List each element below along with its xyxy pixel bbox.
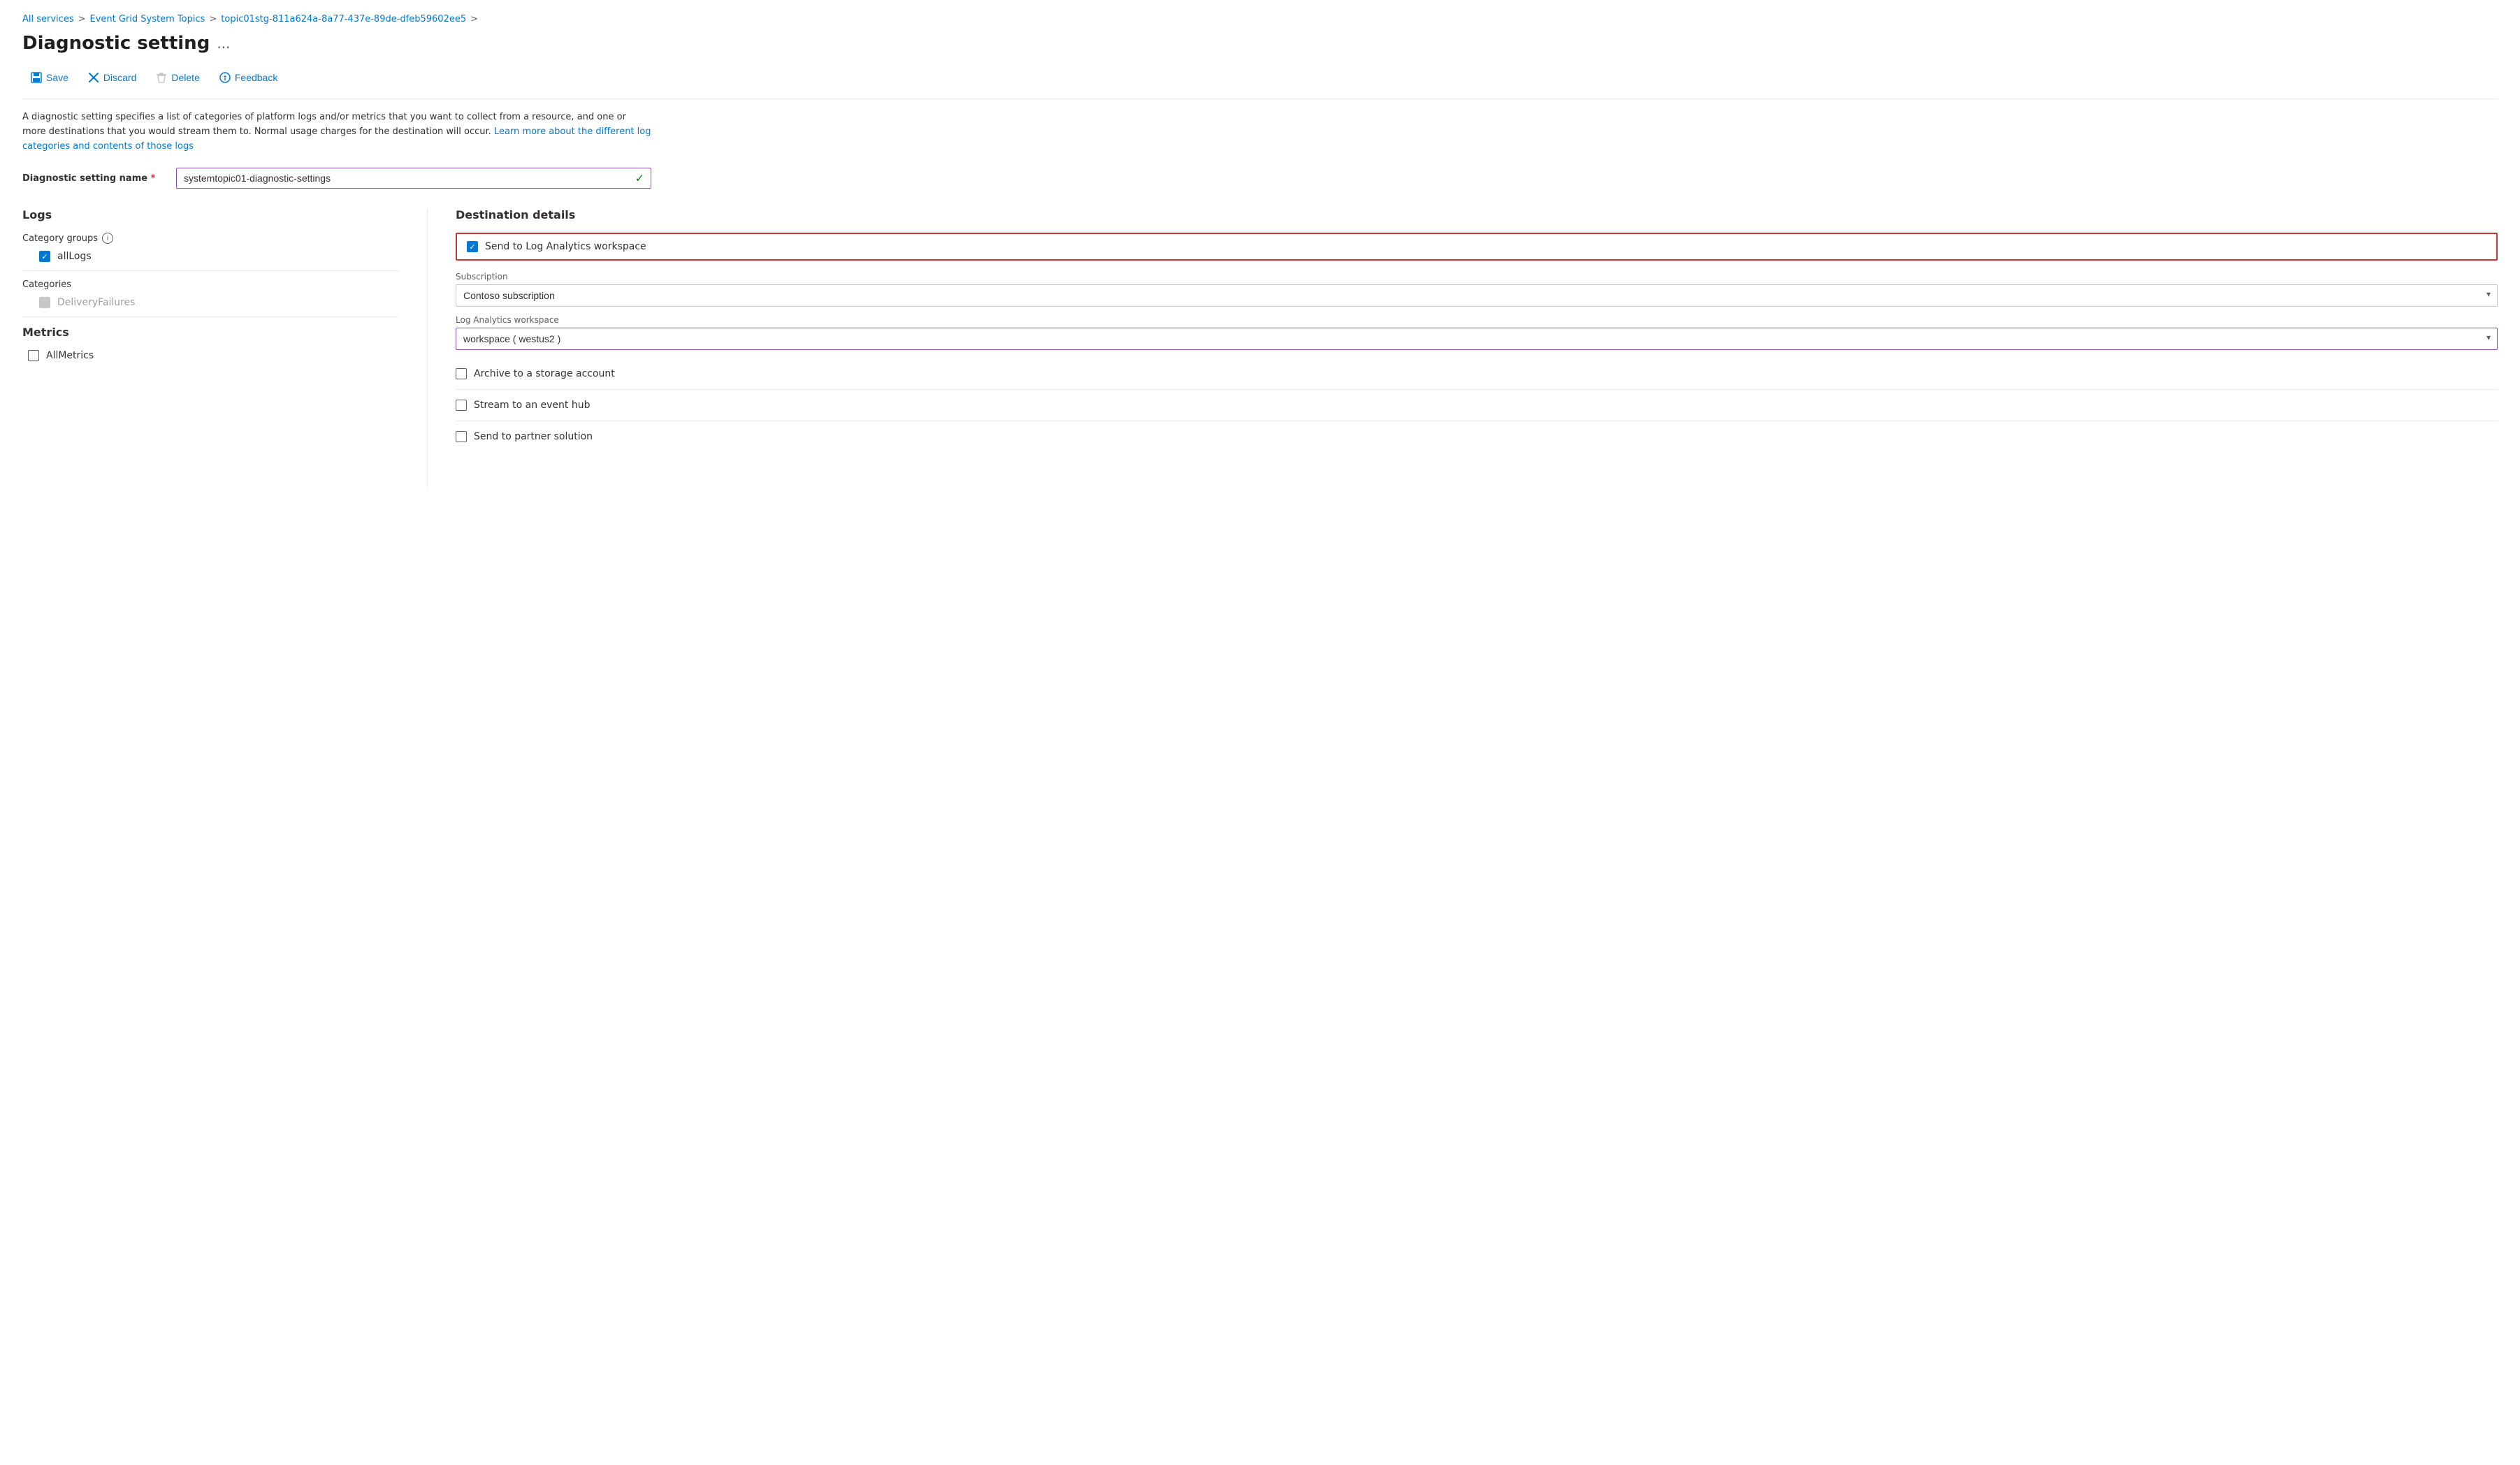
required-indicator: * (151, 173, 156, 184)
save-icon (31, 72, 42, 83)
archive-storage-label: Archive to a storage account (474, 368, 615, 379)
all-logs-label: allLogs (57, 251, 92, 262)
info-icon[interactable]: i (102, 233, 113, 244)
feedback-button[interactable]: Feedback (211, 68, 286, 87)
breadcrumb-sep-1: > (78, 14, 86, 24)
subscription-wrap: Subscription Contoso subscription ▾ (456, 272, 2498, 307)
delivery-failures-row: DeliveryFailures (22, 297, 399, 308)
setting-name-row: Diagnostic setting name * ✓ (22, 168, 651, 189)
all-metrics-label: AllMetrics (46, 350, 94, 361)
delivery-failures-label: DeliveryFailures (57, 297, 135, 308)
more-options-icon[interactable]: ... (217, 35, 230, 52)
send-to-log-analytics-row: Send to Log Analytics workspace (456, 233, 2498, 261)
stream-event-hub-checkbox[interactable] (456, 400, 467, 411)
categories-label: Categories (22, 279, 399, 290)
stream-event-hub-label: Stream to an event hub (474, 400, 590, 411)
delete-label: Delete (171, 72, 199, 83)
logs-section-title: Logs (22, 208, 399, 221)
feedback-icon (219, 72, 231, 83)
all-metrics-checkbox[interactable] (28, 350, 39, 361)
breadcrumb: All services > Event Grid System Topics … (22, 14, 2498, 24)
breadcrumb-topic[interactable]: topic01stg-811a624a-8a77-437e-89de-dfeb5… (221, 14, 466, 24)
breadcrumb-sep-2: > (209, 14, 217, 24)
archive-storage-row: Archive to a storage account (456, 358, 2498, 390)
logs-divider (22, 270, 399, 271)
all-metrics-row: AllMetrics (22, 350, 399, 361)
partner-solution-label: Send to partner solution (474, 431, 593, 442)
all-logs-row: allLogs (22, 251, 399, 262)
setting-name-label: Diagnostic setting name * (22, 173, 162, 184)
breadcrumb-all-services[interactable]: All services (22, 14, 74, 24)
save-label: Save (46, 72, 68, 83)
subscription-label: Subscription (456, 272, 2498, 282)
delivery-failures-checkbox[interactable] (39, 297, 50, 308)
right-panel: Destination details Send to Log Analytic… (428, 208, 2498, 488)
send-to-log-analytics-checkbox[interactable] (467, 241, 478, 252)
log-analytics-wrap: Log Analytics workspace workspace ( west… (456, 315, 2498, 350)
destination-section-title: Destination details (456, 208, 2498, 221)
page-title: Diagnostic setting (22, 33, 210, 54)
discard-button[interactable]: Discard (80, 68, 145, 87)
description: A diagnostic setting specifies a list of… (22, 110, 651, 154)
setting-name-input-wrap: ✓ (176, 168, 651, 189)
metrics-section-title: Metrics (22, 326, 399, 339)
breadcrumb-sep-3: > (470, 14, 478, 24)
logs-metrics-divider (22, 316, 399, 317)
delete-icon (156, 72, 167, 83)
feedback-label: Feedback (235, 72, 277, 83)
save-button[interactable]: Save (22, 68, 77, 87)
discard-icon (88, 72, 99, 83)
log-analytics-select[interactable]: workspace ( westus2 ) (456, 328, 2498, 350)
all-logs-checkbox[interactable] (39, 251, 50, 262)
toolbar: Save Discard Delete Feedba (22, 68, 2498, 99)
archive-storage-checkbox[interactable] (456, 368, 467, 379)
page-title-container: Diagnostic setting ... (22, 33, 2498, 54)
delete-button[interactable]: Delete (147, 68, 208, 87)
validation-check-icon: ✓ (635, 172, 644, 185)
breadcrumb-event-grid[interactable]: Event Grid System Topics (90, 14, 205, 24)
setting-name-input[interactable] (176, 168, 651, 189)
partner-solution-row: Send to partner solution (456, 421, 2498, 452)
partner-solution-checkbox[interactable] (456, 431, 467, 442)
left-panel: Logs Category groups i allLogs Categorie… (22, 208, 428, 488)
log-analytics-label: Log Analytics workspace (456, 315, 2498, 325)
discard-label: Discard (103, 72, 136, 83)
send-to-log-analytics-label: Send to Log Analytics workspace (485, 241, 646, 252)
subscription-select[interactable]: Contoso subscription (456, 284, 2498, 307)
main-layout: Logs Category groups i allLogs Categorie… (22, 208, 2498, 488)
category-groups-label: Category groups i (22, 233, 399, 244)
stream-event-hub-row: Stream to an event hub (456, 390, 2498, 421)
